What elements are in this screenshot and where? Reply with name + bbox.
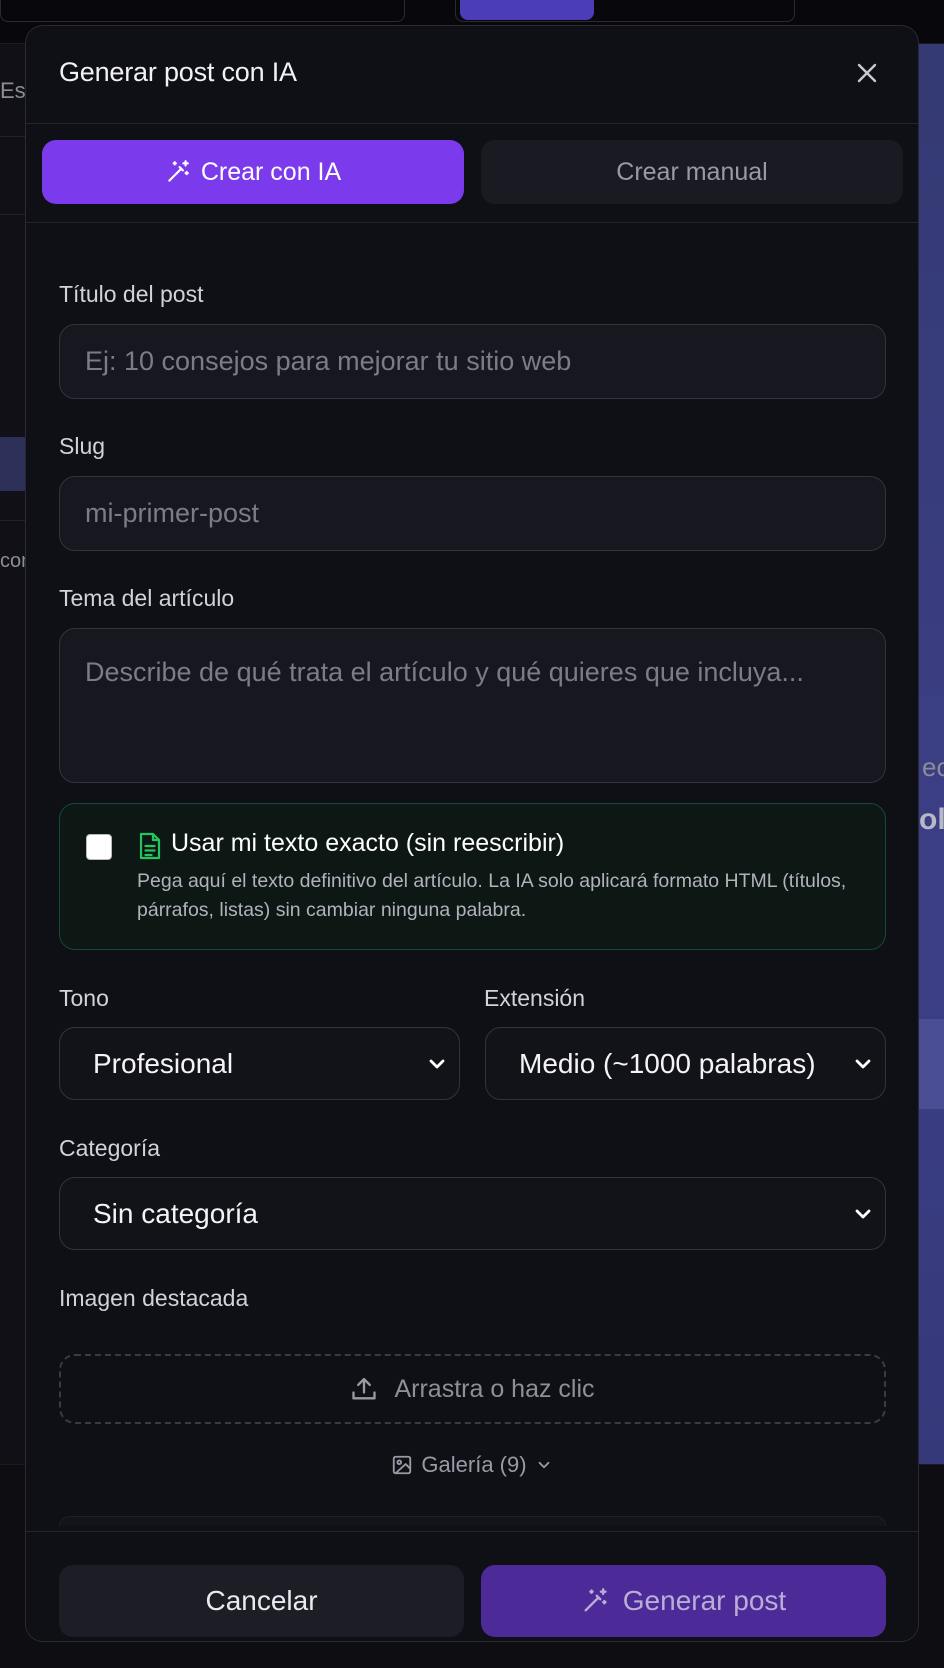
modal-header: Generar post con IA <box>26 26 918 124</box>
slug-label: Slug <box>59 433 106 459</box>
category-label: Categoría <box>59 1135 161 1161</box>
post-title-placeholder: Ej: 10 consejos para mejorar tu sitio we… <box>85 346 572 376</box>
gallery-label: Galería (9) <box>421 1452 527 1477</box>
exact-text-description: Pega aquí el texto definitivo del artícu… <box>137 870 847 921</box>
background-tool-active <box>460 0 594 20</box>
tab-create-with-ai-label: Crear con IA <box>200 157 342 186</box>
generate-post-button-label: Generar post <box>622 1585 787 1616</box>
modal-title: Generar post con IA <box>59 57 297 87</box>
upload-label: Arrastra o haz clic <box>394 1374 595 1403</box>
background-toolbar-group <box>0 0 405 22</box>
exact-text-title: Usar mi texto exacto (sin reescribir) <box>171 829 565 857</box>
slug-placeholder: mi-primer-post <box>85 498 260 528</box>
topic-placeholder: Describe de qué trata el artículo y qué … <box>85 657 804 687</box>
image-upload-dropzone[interactable]: Arrastra o haz clic <box>59 1354 886 1424</box>
tone-select[interactable]: Profesional <box>59 1027 460 1100</box>
mode-tabs: Crear con IA Crear manual <box>26 124 918 223</box>
tone-select-value: Profesional <box>93 1047 234 1079</box>
background-selected-item <box>0 437 26 491</box>
length-select[interactable]: Medio (~1000 palabras) <box>485 1027 886 1100</box>
chevron-down-icon <box>429 1059 445 1069</box>
upload-icon <box>352 1377 377 1400</box>
tab-create-manual[interactable]: Crear manual <box>481 140 903 204</box>
scroll-overflow-hint <box>59 1516 886 1526</box>
close-icon <box>857 63 877 83</box>
cancel-button-label: Cancelar <box>205 1585 318 1616</box>
background-text-fragment: olo <box>919 803 944 836</box>
exact-text-checkbox[interactable] <box>86 834 112 860</box>
post-title-input[interactable]: Ej: 10 consejos para mejorar tu sitio we… <box>59 324 886 399</box>
featured-image-label: Imagen destacada <box>59 1285 249 1311</box>
document-icon <box>139 832 161 860</box>
close-button[interactable] <box>852 58 882 88</box>
generate-post-modal: Generar post con IA Crear con IA Crear m… <box>25 25 919 1642</box>
slug-input[interactable]: mi-primer-post <box>59 476 886 551</box>
cancel-button[interactable]: Cancelar <box>59 1565 464 1637</box>
magic-wand-icon <box>584 1588 607 1612</box>
topic-label: Tema del artículo <box>59 585 235 611</box>
post-title-label: Título del post <box>59 281 204 307</box>
category-select[interactable]: Sin categoría <box>59 1177 886 1250</box>
tab-create-with-ai[interactable]: Crear con IA <box>42 140 464 204</box>
topic-textarea[interactable]: Describe de qué trata el artículo y qué … <box>59 628 886 783</box>
modal-footer: Cancelar Generar post <box>26 1531 918 1641</box>
tab-create-manual-label: Crear manual <box>616 157 768 186</box>
background-left-panel <box>0 44 26 1464</box>
category-select-value: Sin categoría <box>93 1197 258 1229</box>
generate-post-button[interactable]: Generar post <box>481 1565 886 1637</box>
magic-wand-icon <box>168 160 189 182</box>
length-select-value: Medio (~1000 palabras) <box>519 1047 816 1079</box>
image-icon <box>393 1455 412 1475</box>
chevron-down-icon <box>855 1209 871 1219</box>
length-label: Extensión <box>484 985 586 1011</box>
tone-label: Tono <box>59 985 109 1011</box>
gallery-toggle[interactable]: Galería (9) <box>26 1448 918 1482</box>
background-text-fragment: ec <box>922 752 944 782</box>
chevron-down-icon <box>538 1461 549 1469</box>
exact-text-option: Usar mi texto exacto (sin reescribir) Pe… <box>59 803 886 950</box>
chevron-down-icon <box>855 1059 871 1069</box>
